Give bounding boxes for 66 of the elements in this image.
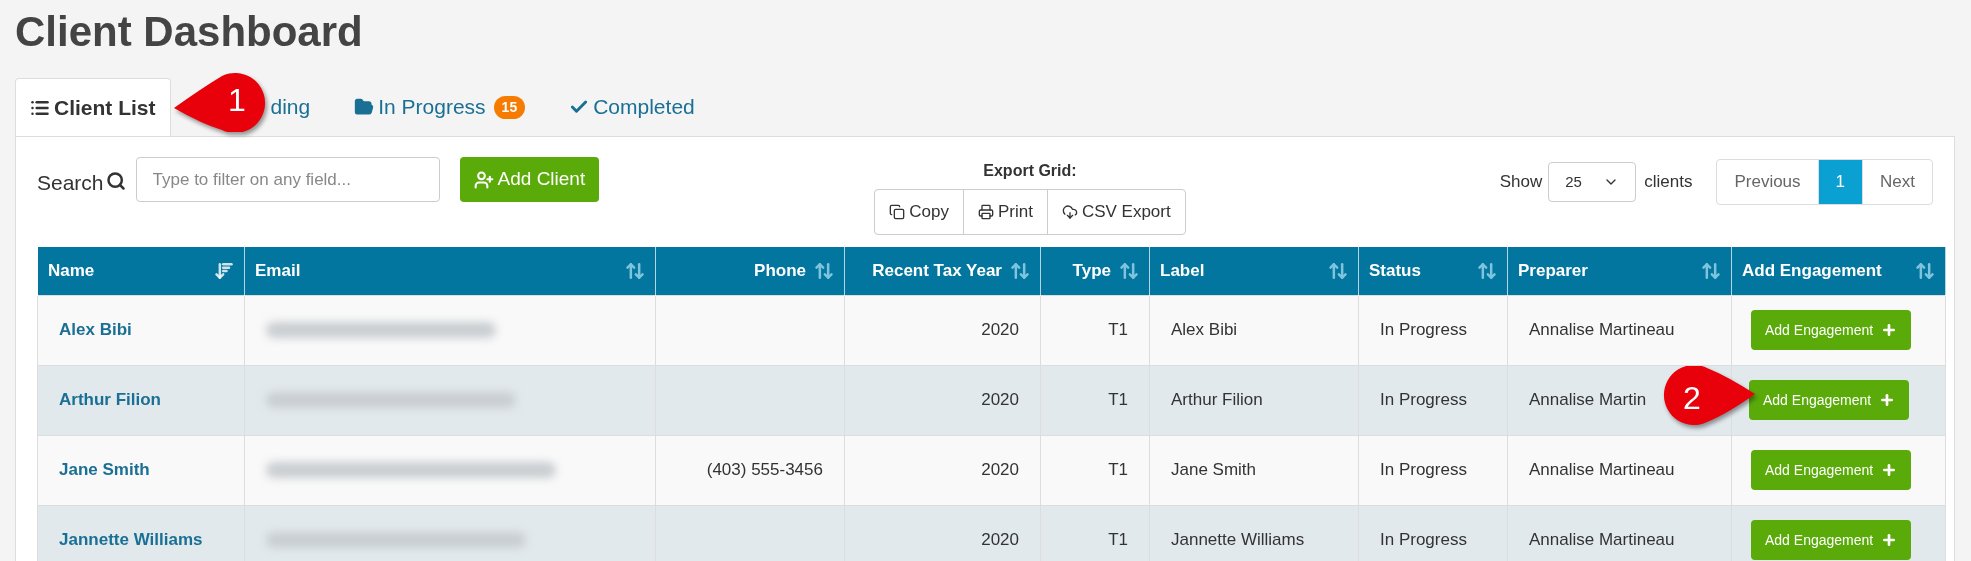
- column-header[interactable]: Recent Tax Year: [844, 247, 1041, 295]
- add-engagement-button[interactable]: Add Engagement: [1751, 450, 1912, 490]
- plus-icon: [1879, 392, 1896, 408]
- label-text: Alex Bibi: [1171, 320, 1238, 340]
- pagination-button[interactable]: Next: [1862, 160, 1932, 204]
- client-name-link[interactable]: Jane Smith: [59, 460, 150, 480]
- status-text: In Progress: [1380, 530, 1467, 550]
- status-text: In Progress: [1380, 390, 1467, 410]
- tab[interactable]: Client List: [15, 78, 171, 136]
- tax-year-text: 2020: [981, 320, 1019, 340]
- export-button[interactable]: Copy: [875, 190, 963, 234]
- phone-text: (403) 555-3456: [706, 460, 823, 480]
- label-text: Jannette Williams: [1171, 530, 1305, 550]
- label-text: Arthur Filion: [1171, 390, 1263, 410]
- export-button[interactable]: CSV Export: [1046, 190, 1185, 234]
- search-field[interactable]: Type to filter on any field...: [135, 157, 440, 202]
- tab[interactable]: ding: [268, 78, 325, 136]
- preparer-text: Annalise Martin: [1529, 390, 1647, 410]
- column-header[interactable]: Type: [1040, 247, 1150, 295]
- folder-icon: [354, 97, 375, 117]
- page-size-select[interactable]: 25: [1548, 162, 1637, 202]
- column-header[interactable]: Status: [1358, 247, 1508, 295]
- pagination-button[interactable]: Previous: [1717, 160, 1818, 204]
- add-engagement-button[interactable]: Add Engagement: [1749, 380, 1910, 420]
- cloud-download-icon: [1061, 204, 1078, 220]
- show-suffix: clients: [1644, 171, 1693, 194]
- status-text: In Progress: [1380, 320, 1467, 340]
- add-client-button[interactable]: Add Client: [459, 157, 600, 202]
- export-label: Export Grid:: [983, 161, 1077, 181]
- tax-year-text: 2020: [981, 390, 1019, 410]
- plus-icon: [1881, 322, 1898, 338]
- preparer-text: Annalise Martineau: [1529, 460, 1675, 480]
- status-text: In Progress: [1380, 460, 1467, 480]
- column-header[interactable]: Add Engagement: [1731, 247, 1946, 295]
- show-label: Show: [1499, 171, 1543, 194]
- search-label: Search: [37, 170, 104, 196]
- export-button[interactable]: Print: [962, 190, 1047, 234]
- add-engagement-button[interactable]: Add Engagement: [1751, 520, 1912, 560]
- type-text: T1: [1108, 530, 1128, 550]
- column-header[interactable]: Name: [37, 247, 245, 295]
- tax-year-text: 2020: [981, 460, 1019, 480]
- search-icon: [105, 171, 126, 191]
- tax-year-text: 2020: [981, 530, 1019, 550]
- pagination-button[interactable]: 1: [1817, 160, 1863, 204]
- client-name-link[interactable]: Arthur Filion: [59, 390, 161, 410]
- plus-icon: [1881, 462, 1898, 478]
- count-badge: 15: [493, 95, 526, 119]
- label-text: Jane Smith: [1171, 460, 1257, 480]
- tab[interactable]: In Progress 15: [324, 78, 540, 136]
- add-engagement-button[interactable]: Add Engagement: [1751, 310, 1912, 350]
- printer-icon: [977, 204, 994, 220]
- column-header[interactable]: Email: [244, 247, 656, 295]
- column-header[interactable]: Label: [1149, 247, 1359, 295]
- column-header[interactable]: Preparer: [1507, 247, 1732, 295]
- type-text: T1: [1108, 390, 1128, 410]
- column-header[interactable]: Phone: [655, 247, 845, 295]
- preparer-text: Annalise Martineau: [1529, 320, 1675, 340]
- client-name-link[interactable]: Alex Bibi: [59, 320, 132, 340]
- page-title: Client Dashboard: [14, 7, 363, 57]
- preparer-text: Annalise Martineau: [1529, 530, 1675, 550]
- tab[interactable]: Completed: [539, 78, 709, 136]
- plus-icon: [1881, 532, 1898, 548]
- type-text: T1: [1108, 320, 1128, 340]
- type-text: T1: [1108, 460, 1128, 480]
- copy-icon: [889, 204, 906, 220]
- user-plus-icon: [473, 169, 494, 190]
